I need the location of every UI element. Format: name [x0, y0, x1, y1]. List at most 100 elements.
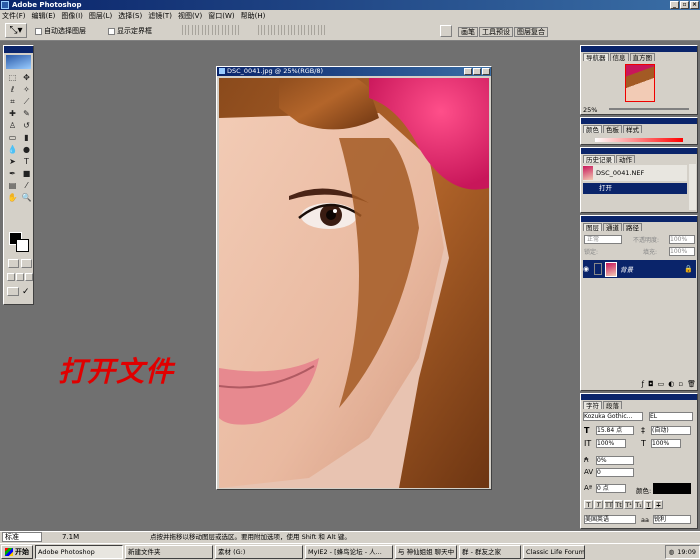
history-snapshot-row[interactable]: DSC_0041.NEF [583, 165, 687, 181]
menu-image[interactable]: 图像(I) [61, 11, 83, 21]
status-doc-size[interactable]: 7.1M [62, 532, 79, 543]
kerning-input[interactable]: 0% [596, 456, 634, 465]
tab-channels[interactable]: 通道 [603, 223, 622, 232]
palette-well-brushes[interactable]: 画笔 [458, 27, 478, 37]
new-layer-icon[interactable]: ▫ [678, 380, 683, 389]
layer-link-icon[interactable] [594, 263, 602, 275]
menu-edit[interactable]: 编辑(E) [32, 11, 56, 21]
navigator-zoom-slider[interactable] [609, 108, 689, 110]
minimize-button[interactable]: _ [670, 1, 679, 9]
feather-logo-icon[interactable] [6, 55, 31, 69]
navigator-thumbnail[interactable] [625, 64, 655, 102]
slice-tool-icon[interactable]: ⟋ [20, 96, 33, 107]
menu-help[interactable]: 帮助(H) [241, 11, 266, 21]
history-brush-tool-icon[interactable]: ↺ [20, 120, 33, 131]
doc-minimize-button[interactable] [464, 68, 472, 75]
path-selection-tool-icon[interactable]: ➤ [6, 156, 19, 167]
antialias-select[interactable]: 锐利 [653, 515, 691, 524]
horizontal-scale-input[interactable]: 100% [651, 439, 681, 448]
color-slider[interactable] [595, 138, 683, 142]
strikethrough-button[interactable]: T [654, 500, 663, 509]
menu-view[interactable]: 视图(V) [178, 11, 202, 21]
faux-italic-button[interactable]: T [594, 500, 603, 509]
task-classic-life[interactable]: Classic Life Forum - [人... [523, 545, 585, 559]
language-select[interactable]: 美国英语 [584, 515, 636, 524]
new-set-icon[interactable]: ▭ [658, 380, 665, 389]
zoom-tool-icon[interactable]: 🔍 [20, 192, 33, 203]
tab-histogram[interactable]: 直方图 [629, 53, 655, 62]
magic-wand-tool-icon[interactable]: ✧ [20, 84, 33, 95]
task-myie2[interactable]: MyIE2 - [蜂鸟论坛 - 人... [305, 545, 393, 559]
history-step-open[interactable]: 打开 [583, 183, 687, 194]
fill-input[interactable]: 100% [669, 247, 695, 256]
align-buttons[interactable] [182, 25, 240, 35]
tab-info[interactable]: 信息 [609, 53, 629, 62]
check-icon[interactable]: ✓ [22, 287, 30, 297]
navigator-zoom[interactable]: 25% [583, 106, 597, 114]
delete-layer-icon[interactable]: 🗑 [687, 380, 696, 389]
gradient-tool-icon[interactable]: ▮ [20, 132, 33, 143]
bounding-box-option[interactable]: 显示定界框 [108, 26, 152, 36]
lasso-tool-icon[interactable]: ℓ [6, 84, 19, 95]
menu-window[interactable]: 窗口(W) [208, 11, 234, 21]
distribute-buttons[interactable] [258, 25, 326, 35]
history-scrollbar[interactable] [689, 164, 696, 210]
clone-stamp-tool-icon[interactable]: ♙ [6, 120, 19, 131]
menu-file[interactable]: 文件(F) [2, 11, 26, 21]
tab-paragraph[interactable]: 段落 [603, 401, 622, 410]
hand-tool-icon[interactable]: ✋ [6, 192, 19, 203]
task-chat[interactable]: 与 神仙姐姐 聊天中 [395, 545, 457, 559]
layer-style-icon[interactable]: ƒ [642, 380, 644, 389]
start-button[interactable]: 开始 [1, 545, 33, 559]
auto-select-option[interactable]: 自动选择图层 [35, 26, 86, 36]
text-color-swatch[interactable] [653, 483, 691, 494]
status-zoom-field[interactable]: 标准 [2, 532, 42, 542]
tab-character[interactable]: 字符 [583, 401, 602, 410]
blur-tool-icon[interactable]: 💧 [6, 144, 19, 155]
move-tool-preset-button[interactable]: ⤡▾ [5, 23, 27, 38]
subscript-button[interactable]: T₁ [634, 500, 643, 509]
toolbox-header[interactable] [4, 46, 33, 53]
underline-button[interactable]: T [644, 500, 653, 509]
tab-history[interactable]: 历史记录 [583, 155, 615, 164]
auto-select-checkbox[interactable] [35, 27, 42, 35]
font-style-select[interactable]: EL [649, 412, 693, 421]
tray-icon[interactable]: ◍ [669, 546, 675, 558]
crop-tool-icon[interactable]: ⌗ [6, 96, 19, 107]
eyedropper-tool-icon[interactable]: ⁄ [20, 180, 33, 191]
document-title-bar[interactable]: DSC_0041.jpg @ 25%(RGB/8) [217, 67, 491, 76]
menu-select[interactable]: 选择(S) [118, 11, 142, 21]
faux-bold-button[interactable]: T [584, 500, 593, 509]
close-button[interactable]: × [690, 1, 699, 9]
brush-tool-icon[interactable]: ✎ [20, 108, 33, 119]
tab-layers[interactable]: 图层 [583, 223, 602, 232]
notes-tool-icon[interactable]: ▤ [6, 180, 19, 191]
blend-mode-select[interactable]: 正常 [584, 235, 622, 244]
task-drive-g[interactable]: 素材 (G:) [215, 545, 303, 559]
quick-mask-mode-icon[interactable] [21, 259, 32, 268]
tab-styles[interactable]: 样式 [623, 125, 642, 134]
menu-layer[interactable]: 图层(L) [89, 11, 112, 21]
doc-close-button[interactable] [482, 68, 490, 75]
eraser-tool-icon[interactable]: ▭ [6, 132, 19, 143]
tab-paths[interactable]: 路径 [623, 223, 642, 232]
palette-well-icon[interactable] [440, 25, 452, 37]
move-tool-icon[interactable]: ✥ [20, 72, 33, 83]
background-color-swatch[interactable] [16, 239, 29, 252]
task-photoshop[interactable]: Adobe Photoshop [35, 545, 123, 559]
standard-mode-icon[interactable] [8, 259, 19, 268]
layer-mask-icon[interactable]: ◘ [648, 380, 654, 389]
dodge-tool-icon[interactable]: ● [20, 144, 33, 155]
font-family-select[interactable]: Kozuka Gothic... [583, 412, 643, 421]
superscript-button[interactable]: T¹ [624, 500, 633, 509]
baseline-shift-input[interactable]: 0 点 [596, 484, 626, 493]
tab-color[interactable]: 颜色 [583, 125, 602, 134]
leading-input[interactable]: (自动) [651, 426, 691, 435]
vertical-scale-input[interactable]: 100% [596, 439, 626, 448]
tab-navigator[interactable]: 导航器 [583, 53, 609, 62]
full-screen-icon[interactable] [25, 273, 33, 281]
tab-swatches[interactable]: 色板 [603, 125, 622, 134]
shape-tool-icon[interactable]: ■ [20, 168, 33, 179]
task-new-folder[interactable]: 新建文件夹 [125, 545, 213, 559]
type-tool-icon[interactable]: T [20, 156, 33, 167]
